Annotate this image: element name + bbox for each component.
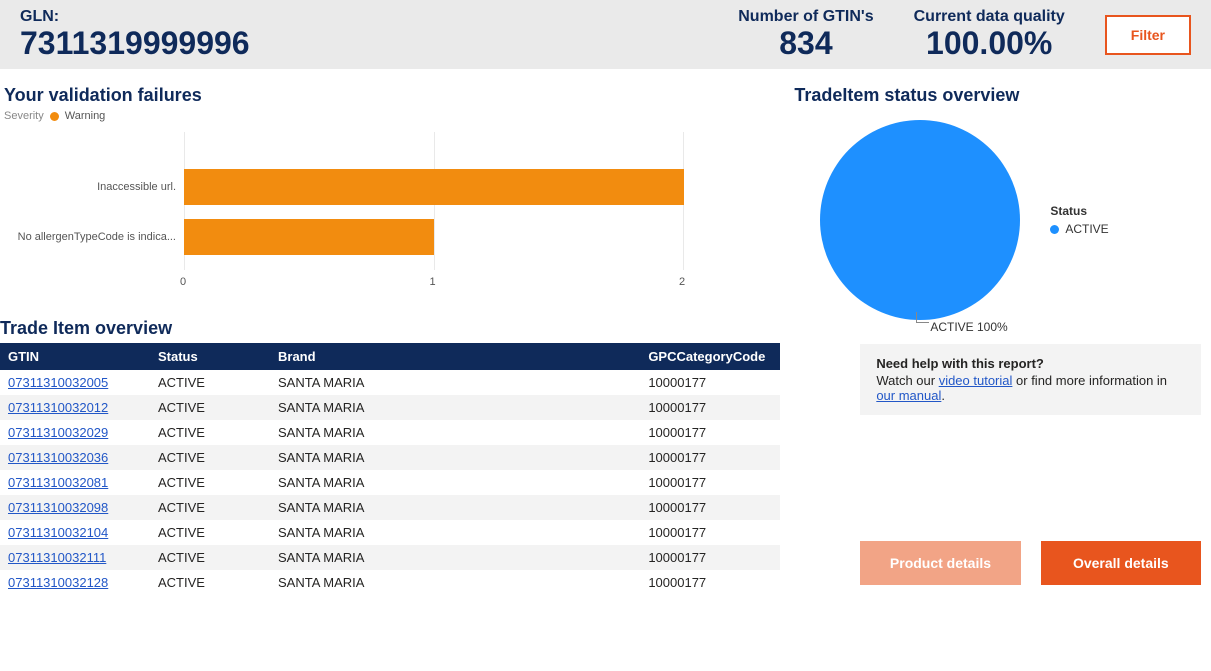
col-gtin[interactable]: GTIN (0, 343, 150, 370)
table-header-row: GTIN Status Brand GPCCategoryCode (0, 343, 780, 370)
help-mid: or find more information in (1012, 373, 1167, 388)
pie-legend-item[interactable]: ACTIVE (1065, 222, 1108, 236)
gtin-link[interactable]: 07311310032111 (8, 550, 106, 565)
table-row: 07311310032005 ACTIVESANTA MARIA10000177 (0, 370, 780, 395)
pie-legend-title: Status (1050, 204, 1108, 218)
help-title: Need help with this report? (876, 356, 1185, 371)
gtin-link[interactable]: 07311310032029 (8, 425, 108, 440)
cell-status: ACTIVE (150, 470, 270, 495)
failures-title: Your validation failures (4, 85, 780, 106)
overall-details-button[interactable]: Overall details (1041, 541, 1201, 585)
cell-status: ACTIVE (150, 420, 270, 445)
cell-gpc: 10000177 (640, 495, 780, 520)
manual-link[interactable]: our manual (876, 388, 941, 403)
legend-series: Warning (65, 110, 106, 122)
cell-gpc: 10000177 (640, 545, 780, 570)
trade-overview-title: Trade Item overview (0, 318, 780, 339)
filter-button[interactable]: Filter (1105, 15, 1191, 55)
quality-value: 100.00% (914, 26, 1065, 61)
cell-status: ACTIVE (150, 520, 270, 545)
cell-status: ACTIVE (150, 395, 270, 420)
help-prefix: Watch our (876, 373, 938, 388)
gtin-count-block: Number of GTIN's 834 (738, 8, 873, 61)
warning-dot-icon (50, 112, 59, 121)
gtin-link[interactable]: 07311310032128 (8, 575, 108, 590)
cell-brand: SANTA MARIA (270, 545, 640, 570)
gtin-link[interactable]: 07311310032005 (8, 375, 108, 390)
summary-header: GLN: 7311319999996 Number of GTIN's 834 … (0, 0, 1211, 69)
table-row: 07311310032036 ACTIVESANTA MARIA10000177 (0, 445, 780, 470)
trade-item-table: GTIN Status Brand GPCCategoryCode 073113… (0, 343, 780, 595)
gtin-link[interactable]: 07311310032098 (8, 500, 108, 515)
table-row: 07311310032098 ACTIVESANTA MARIA10000177 (0, 495, 780, 520)
pie-legend: Status ACTIVE (1050, 204, 1108, 236)
gln-label: GLN: (20, 8, 250, 26)
help-suffix: . (941, 388, 945, 403)
xtick-1: 1 (430, 276, 436, 288)
failures-legend: Severity Warning (4, 110, 780, 122)
cell-gpc: 10000177 (640, 570, 780, 595)
legend-label: Severity (4, 110, 44, 122)
table-row: 07311310032128 ACTIVESANTA MARIA10000177 (0, 570, 780, 595)
gtin-link[interactable]: 07311310032036 (8, 450, 108, 465)
col-brand[interactable]: Brand (270, 343, 640, 370)
cell-status: ACTIVE (150, 495, 270, 520)
cell-brand: SANTA MARIA (270, 470, 640, 495)
cell-brand: SANTA MARIA (270, 445, 640, 470)
failures-bar-chart: Inaccessible url. No allergenTypeCode is… (4, 132, 780, 292)
cell-brand: SANTA MARIA (270, 370, 640, 395)
pie-callout: ACTIVE 100% (930, 320, 1007, 334)
product-details-button[interactable]: Product details (860, 541, 1020, 585)
cell-brand: SANTA MARIA (270, 570, 640, 595)
cell-brand: SANTA MARIA (270, 495, 640, 520)
gtin-count-label: Number of GTIN's (738, 8, 873, 26)
bar-label-1: No allergenTypeCode is indica... (4, 231, 176, 243)
cell-gpc: 10000177 (640, 470, 780, 495)
table-row: 07311310032111 ACTIVESANTA MARIA10000177 (0, 545, 780, 570)
gtin-link[interactable]: 07311310032104 (8, 525, 108, 540)
cell-brand: SANTA MARIA (270, 520, 640, 545)
xtick-0: 0 (180, 276, 186, 288)
cell-gpc: 10000177 (640, 520, 780, 545)
col-status[interactable]: Status (150, 343, 270, 370)
status-overview-title: TradeItem status overview (794, 85, 1201, 106)
help-text: Watch our video tutorial or find more in… (876, 373, 1185, 403)
gln-value: 7311319999996 (20, 26, 250, 61)
bar-category-labels: Inaccessible url. No allergenTypeCode is… (4, 132, 184, 292)
help-box: Need help with this report? Watch our vi… (860, 344, 1201, 415)
video-tutorial-link[interactable]: video tutorial (939, 373, 1013, 388)
active-dot-icon (1050, 225, 1059, 234)
bar-0[interactable] (184, 169, 684, 205)
bar-label-0: Inaccessible url. (4, 181, 176, 193)
cell-brand: SANTA MARIA (270, 420, 640, 445)
cell-status: ACTIVE (150, 370, 270, 395)
table-row: 07311310032029 ACTIVESANTA MARIA10000177 (0, 420, 780, 445)
cell-gpc: 10000177 (640, 395, 780, 420)
col-gpc[interactable]: GPCCategoryCode (640, 343, 780, 370)
table-row: 07311310032081 ACTIVESANTA MARIA10000177 (0, 470, 780, 495)
status-pie-chart[interactable]: ACTIVE 100% (820, 120, 1020, 320)
quality-label: Current data quality (914, 8, 1065, 26)
cell-gpc: 10000177 (640, 445, 780, 470)
gln-block: GLN: 7311319999996 (20, 8, 250, 61)
cell-brand: SANTA MARIA (270, 395, 640, 420)
quality-block: Current data quality 100.00% (914, 8, 1065, 61)
cell-gpc: 10000177 (640, 370, 780, 395)
table-row: 07311310032104 ACTIVESANTA MARIA10000177 (0, 520, 780, 545)
cell-status: ACTIVE (150, 445, 270, 470)
table-row: 07311310032012 ACTIVESANTA MARIA10000177 (0, 395, 780, 420)
xtick-2: 2 (679, 276, 685, 288)
gtin-link[interactable]: 07311310032081 (8, 475, 108, 490)
bar-1[interactable] (184, 219, 434, 255)
gtin-count-value: 834 (738, 26, 873, 61)
cell-status: ACTIVE (150, 545, 270, 570)
cell-gpc: 10000177 (640, 420, 780, 445)
cell-status: ACTIVE (150, 570, 270, 595)
gtin-link[interactable]: 07311310032012 (8, 400, 108, 415)
